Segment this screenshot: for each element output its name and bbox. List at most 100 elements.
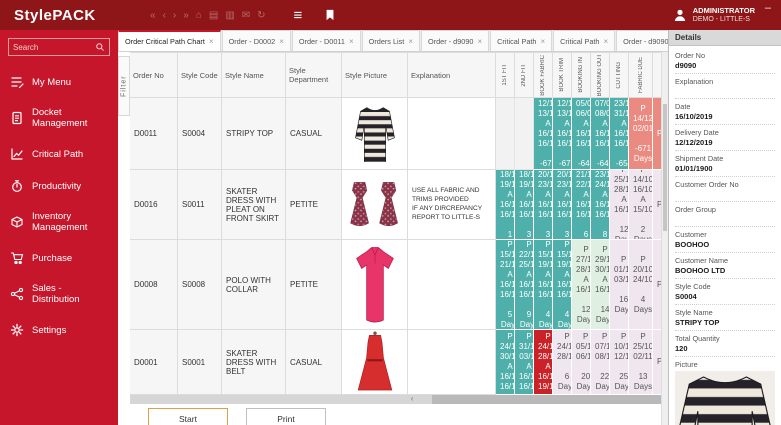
detail-field-date[interactable]: Date 16/10/2019 xyxy=(675,99,775,125)
col-header-1st-fit[interactable]: 1ST FIT xyxy=(496,53,515,99)
detail-field-customer-name[interactable]: Customer Name BOOHOO LTD xyxy=(675,253,775,279)
print-button[interactable]: Print xyxy=(246,408,326,425)
col-header-2nd-fit[interactable]: 2ND FIT xyxy=(515,53,534,99)
detail-field-explanation[interactable]: Explanation xyxy=(675,74,775,99)
horizontal-scrollbar[interactable]: ‹ xyxy=(130,394,661,405)
detail-field-shipment-date[interactable]: Shipment Date 01/01/1900 xyxy=(675,151,775,177)
detail-field-customer[interactable]: Customer BOOHOO xyxy=(675,227,775,253)
tab-order-d0011[interactable]: Order - D0011 × xyxy=(291,30,361,51)
tab-close-icon[interactable]: × xyxy=(349,37,354,46)
stage-cell[interactable]: P 24/10 28/10 A 16/10 19/10 xyxy=(534,330,553,396)
stage-cell[interactable]: P 05/01 06/01 A 16/10 16/10 -646 Days xyxy=(572,98,591,171)
stage-cell[interactable]: P xyxy=(653,330,661,396)
sidebar-item-my-menu[interactable]: My Menu xyxy=(0,66,118,98)
stage-cell[interactable]: P 12/12 13/12 A 16/10 16/10 -672 Days xyxy=(534,98,553,171)
col-header-cutting[interactable]: CUTTING xyxy=(610,53,629,99)
bookmark-icon[interactable] xyxy=(324,8,336,22)
table-row[interactable]: D0008 S0008 POLO WITH COLLAR PETITE P 15… xyxy=(130,240,661,331)
col-header-booking-in[interactable]: BOOKING IN xyxy=(572,53,591,99)
detail-field-total-quantity[interactable]: Total Quantity 120 xyxy=(675,331,775,357)
tab-close-icon[interactable]: × xyxy=(209,37,214,46)
search-icon[interactable] xyxy=(95,42,105,52)
hamburger-menu-icon[interactable]: ≡ xyxy=(294,7,303,24)
stage-cell[interactable]: P 20/10 23/10 A 16/10 16/10 3 Days xyxy=(553,170,572,241)
vertical-scrollbar[interactable] xyxy=(661,52,668,425)
tab-order-critical-path-chart[interactable]: Order Critical Path Chart × xyxy=(118,30,221,51)
table-row[interactable]: D0016 S0011 SKATER DRESS WITH PLEAT ON F… xyxy=(130,170,661,241)
sidebar-item-purchase[interactable]: Purchase xyxy=(0,242,118,274)
filter-tab[interactable]: Filter xyxy=(118,56,130,116)
col-header-style-code[interactable]: Style Code xyxy=(178,53,222,99)
tab-orders-list[interactable]: Orders List × xyxy=(361,30,421,51)
col-header-book-trim[interactable]: BOOK TRIM xyxy=(553,53,572,99)
stage-cell[interactable]: P 23/12 31/12 A 16/10 16/10 -654 Days xyxy=(610,98,629,171)
col-header-style-department[interactable]: Style Department xyxy=(286,53,342,99)
sidebar-item-docket-management[interactable]: Docket Management xyxy=(0,98,118,138)
tab-order-d0002[interactable]: Order - D0002 × xyxy=(221,30,291,51)
stage-cell[interactable]: P 07/11 08/11 22 Days xyxy=(591,330,610,396)
stage-cell[interactable]: P 18/10 19/10 A 16/10 16/10 1 Days xyxy=(496,170,515,241)
detail-field-order-no[interactable]: Order No d9090 xyxy=(675,48,775,74)
tab-close-icon[interactable]: × xyxy=(279,37,284,46)
stage-cell[interactable]: P xyxy=(653,170,661,241)
stage-cell[interactable]: P 20/10 23/10 A 16/10 16/10 3 Days xyxy=(534,170,553,241)
sidebar-item-inventory-management[interactable]: Inventory Management xyxy=(0,202,118,242)
col-header-explanation[interactable]: Explanation xyxy=(408,53,496,99)
col-header-style-name[interactable]: Style Name xyxy=(222,53,286,99)
tab-close-icon[interactable]: × xyxy=(540,37,545,46)
stage-cell[interactable] xyxy=(496,98,515,171)
table-row[interactable]: D0011 S0004 STRIPY TOP CASUAL 12/ 13/ A … xyxy=(130,98,661,171)
stage-cell[interactable]: P 27/10 28/10 A 16/10 12 Days xyxy=(572,240,591,331)
sidebar-item-settings[interactable]: Settings xyxy=(0,314,118,346)
table-row[interactable]: D0001 S0001 SKATER DRESS WITH BELT CASUA… xyxy=(130,330,661,396)
horizontal-scroll-thumb[interactable] xyxy=(432,395,661,405)
stage-cell[interactable]: P 22/10 25/10 A 16/10 16/10 9 Days xyxy=(515,240,534,331)
save-icon[interactable]: ▥ xyxy=(225,10,234,21)
grid-icon[interactable]: ▤ xyxy=(209,10,218,21)
sidebar-item-critical-path[interactable]: Critical Path xyxy=(0,138,118,170)
tab-close-icon[interactable]: × xyxy=(603,37,608,46)
tab-critical-path-2[interactable]: Critical Path × xyxy=(553,30,616,51)
detail-field-style-name[interactable]: Style Name STRIPY TOP xyxy=(675,305,775,331)
detail-field-style-code[interactable]: Style Code S0004 xyxy=(675,279,775,305)
stage-cell[interactable]: P 14/12 02/01 -671 Days xyxy=(629,98,653,171)
stage-cell[interactable]: P 15/10 19/10 A 16/10 16/10 4 Days xyxy=(553,240,572,331)
stage-cell[interactable]: P 29/10 30/10 A 16/10 14 Days xyxy=(591,240,610,331)
stage-cell[interactable] xyxy=(515,98,534,171)
search-input[interactable] xyxy=(13,42,95,52)
stage-cell[interactable]: P 23/10 24/10 A 16/10 16/10 8 Days xyxy=(591,170,610,241)
stage-cell[interactable]: P xyxy=(653,240,661,331)
detail-field-delivery-date[interactable]: Delivery Date 12/12/2019 xyxy=(675,125,775,151)
start-button[interactable]: Start xyxy=(148,408,228,425)
stage-cell[interactable]: P 25/10 28/10 A 16/10 12 Days xyxy=(610,170,629,241)
stage-cell[interactable]: P 05/11 06/11 20 Days xyxy=(572,330,591,396)
col-header-clipped[interactable] xyxy=(653,53,661,99)
nav-last-icon[interactable]: » xyxy=(183,10,189,21)
tab-order-d9090[interactable]: Order - d9090 × xyxy=(421,30,490,51)
detail-field-picture[interactable]: Picture xyxy=(675,357,775,425)
minimize-button[interactable]: – xyxy=(765,2,771,14)
mail-icon[interactable]: ✉ xyxy=(242,10,250,21)
stage-cell[interactable]: P xyxy=(653,98,661,171)
refresh-icon[interactable]: ↻ xyxy=(257,10,265,21)
tab-critical-path-1[interactable]: Critical Path × xyxy=(490,30,553,51)
sidebar-item-productivity[interactable]: Productivity xyxy=(0,170,118,202)
stage-cell[interactable]: P 20/10 24/10 4 Days xyxy=(629,240,653,331)
stage-cell[interactable]: P 24/10 30/10 A 16/10 16/10 xyxy=(496,330,515,396)
col-header-booking-out[interactable]: BOOKING OUT xyxy=(591,53,610,99)
stage-cell[interactable]: P 24/10 28/10 6 Days xyxy=(553,330,572,396)
detail-field-customer-order-no[interactable]: Customer Order No xyxy=(675,177,775,202)
vertical-scroll-thumb[interactable] xyxy=(663,104,667,232)
nav-next-icon[interactable]: › xyxy=(173,10,176,21)
stage-cell[interactable]: P 15/10 21/10 A 16/10 16/10 5 Days xyxy=(496,240,515,331)
home-icon[interactable]: ⌂ xyxy=(196,10,202,21)
stage-cell[interactable]: P 31/10 03/11 A 16/10 16/10 xyxy=(515,330,534,396)
col-header-fabric-due[interactable]: FABRIC DUE xyxy=(629,53,653,99)
col-header-order-no[interactable]: Order No xyxy=(130,53,178,99)
nav-first-icon[interactable]: « xyxy=(150,10,156,21)
scroll-left-arrow-icon[interactable]: ‹ xyxy=(411,394,414,403)
stage-cell[interactable]: P 07/01 08/01 A 16/10 16/10 -648 Days xyxy=(591,98,610,171)
stage-cell[interactable]: P 12/12 13/12 A 16/10 16/10 -672 Days xyxy=(553,98,572,171)
stage-cell[interactable]: P 14/10 16/10 A 15/10 2 Days xyxy=(629,170,653,241)
tab-close-icon[interactable]: × xyxy=(408,37,413,46)
